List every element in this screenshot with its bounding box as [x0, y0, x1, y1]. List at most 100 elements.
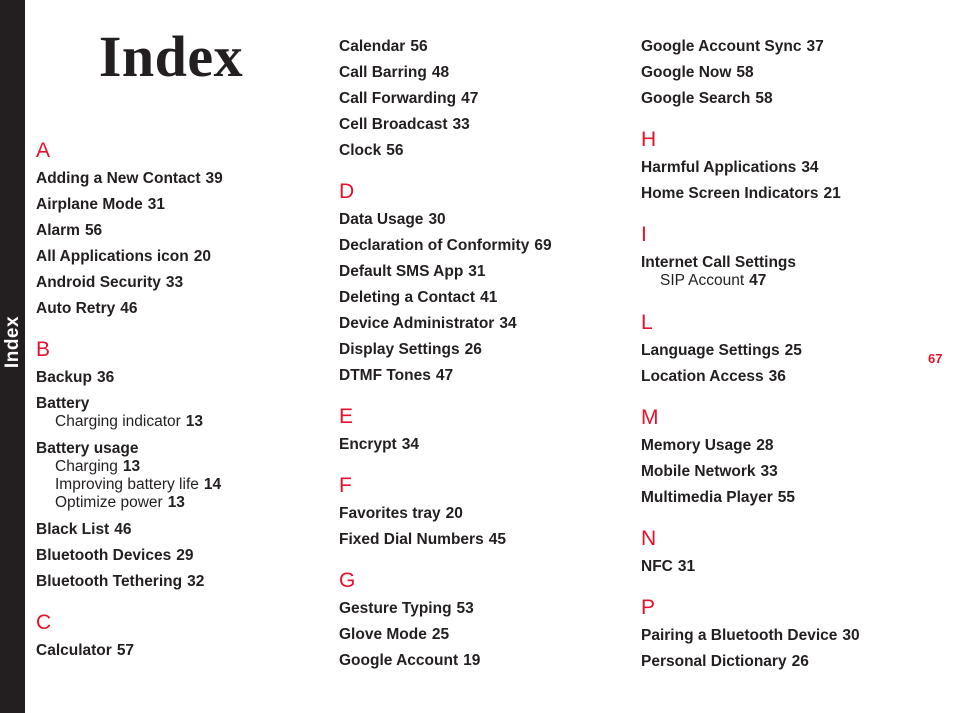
section-letter-p: P — [641, 596, 656, 619]
index-column-2: Calendar 56 Call Barring 48 Call Forwarding 4… — [339, 38, 624, 678]
index-entry-label: Call Forwarding — [339, 90, 457, 107]
index-entry[interactable]: Google Search 58 — [641, 90, 931, 107]
index-entry-page-ref: 34 — [801, 159, 819, 176]
section-letter-c: C — [36, 611, 52, 634]
index-entry[interactable]: Android Security 33 — [36, 274, 321, 291]
index-entry[interactable]: Bluetooth Devices 29 — [36, 547, 321, 564]
index-entry[interactable]: Call Barring 48 — [339, 64, 624, 81]
index-entry[interactable]: Home Screen Indicators 21 — [641, 185, 931, 202]
index-entry[interactable]: DTMF Tones 47 — [339, 367, 624, 384]
index-entry-page-ref: 55 — [777, 489, 796, 506]
index-entry[interactable]: Battery usage — [36, 440, 321, 457]
index-entry[interactable]: NFC 31 — [641, 558, 931, 575]
index-entry[interactable]: Bluetooth Tethering 32 — [36, 573, 321, 590]
index-entry[interactable]: Cell Broadcast 33 — [339, 116, 624, 133]
index-entry[interactable]: Google Account Sync 37 — [641, 38, 931, 55]
index-entry-page-ref: 26 — [791, 653, 809, 670]
section-letter-d: D — [339, 180, 355, 203]
index-entry-label: Cell Broadcast — [339, 116, 448, 133]
index-entry[interactable]: Declaration of Conformity 69 — [339, 237, 624, 254]
index-entry-page-ref: 37 — [806, 38, 824, 55]
index-entry-page-ref: 31 — [468, 263, 486, 280]
index-subentry-page-ref: 13 — [122, 458, 141, 475]
index-entry-label: Airplane Mode — [36, 196, 143, 213]
index-entry-page-ref: 46 — [120, 300, 138, 317]
index-entry-label: Internet Call Settings — [641, 254, 797, 271]
index-entry[interactable]: Google Account 19 — [339, 652, 624, 669]
index-subentry[interactable]: SIP Account 47 — [660, 272, 931, 290]
index-entry[interactable]: Gesture Typing 53 — [339, 600, 624, 617]
index-entry-page-ref: 46 — [114, 521, 132, 538]
index-entry[interactable]: Default SMS App 31 — [339, 263, 624, 280]
index-entry[interactable]: Backup 36 — [36, 369, 321, 386]
index-entry[interactable]: Call Forwarding 47 — [339, 90, 624, 107]
index-entry-label: Encrypt — [339, 436, 397, 453]
index-entry-page-ref: 41 — [480, 289, 498, 306]
index-entry-label: Deleting a Contact — [339, 289, 476, 306]
index-entry[interactable]: Calendar 56 — [339, 38, 624, 55]
section-letter-h: H — [641, 128, 657, 151]
index-column-3: Google Account Sync 37 Google Now 58 Google … — [641, 38, 931, 679]
index-entry-page-ref: 31 — [677, 558, 696, 575]
index-entry-label: Android Security — [36, 274, 161, 291]
index-entry-label: Google Account — [339, 652, 459, 669]
index-entry[interactable]: Airplane Mode 31 — [36, 196, 321, 213]
index-subentry-label: SIP Account — [660, 272, 745, 289]
section-letter-b: B — [36, 338, 51, 361]
index-subentry[interactable]: Improving battery life 14 — [55, 476, 321, 494]
index-subentry-page-ref: 13 — [185, 413, 204, 430]
index-entry-label: Declaration of Conformity — [339, 237, 530, 254]
index-entry-label: Bluetooth Tethering — [36, 573, 183, 590]
index-entry[interactable]: Auto Retry 46 — [36, 300, 321, 317]
section-letter-f: F — [339, 474, 352, 497]
index-entry-page-ref: 34 — [401, 436, 419, 453]
index-entry-label: Gesture Typing — [339, 600, 452, 617]
index-entry[interactable]: Fixed Dial Numbers 45 — [339, 531, 624, 548]
index-entry-label: Device Administrator — [339, 315, 495, 332]
index-entry-label: Battery usage — [36, 440, 139, 457]
index-entry-label: Fixed Dial Numbers — [339, 531, 484, 548]
index-entry[interactable]: Internet Call Settings — [641, 254, 931, 271]
index-entry-label: Bluetooth Devices — [36, 547, 172, 564]
index-entry-label: Language Settings — [641, 342, 780, 359]
index-entry[interactable]: Google Now 58 — [641, 64, 931, 81]
index-entry[interactable]: Black List 46 — [36, 521, 321, 538]
index-entry[interactable]: Harmful Applications 34 — [641, 159, 931, 176]
index-entry[interactable]: Multimedia Player 55 — [641, 489, 931, 506]
index-entry[interactable]: Data Usage 30 — [339, 211, 624, 228]
index-entry[interactable]: Language Settings 25 — [641, 342, 931, 359]
index-entry[interactable]: Battery — [36, 395, 321, 412]
index-entry[interactable]: Calculator 57 — [36, 642, 321, 659]
index-entry-page-ref: 33 — [452, 116, 470, 133]
index-entry-label: Multimedia Player — [641, 489, 773, 506]
index-entry[interactable]: Encrypt 34 — [339, 436, 624, 453]
index-entry[interactable]: Display Settings 26 — [339, 341, 624, 358]
index-entry-page-ref: 32 — [187, 573, 205, 590]
index-entry[interactable]: Adding a New Contact 39 — [36, 170, 321, 187]
index-entry-page-ref: 30 — [428, 211, 446, 228]
index-entry-label: Google Account Sync — [641, 38, 802, 55]
index-entry[interactable]: Clock 56 — [339, 142, 624, 159]
index-entry[interactable]: Device Administrator 34 — [339, 315, 624, 332]
index-entry[interactable]: Deleting a Contact 41 — [339, 289, 624, 306]
index-entry[interactable]: Personal Dictionary 26 — [641, 653, 931, 670]
index-entry-label: Google Now — [641, 64, 732, 81]
index-entry[interactable]: Mobile Network 33 — [641, 463, 931, 480]
index-entry-label: Backup — [36, 369, 92, 386]
index-entry-label: Default SMS App — [339, 263, 464, 280]
index-entry[interactable]: Pairing a Bluetooth Device 30 — [641, 627, 931, 644]
index-entry-page-ref: 48 — [431, 64, 450, 81]
index-subentry[interactable]: Charging indicator 13 — [55, 413, 321, 431]
index-entry[interactable]: Memory Usage 28 — [641, 437, 931, 454]
index-subentry-label: Charging — [55, 458, 118, 475]
index-entry[interactable]: All Applications icon 20 — [36, 248, 321, 265]
index-column-1: A Adding a New Contact 39 Airplane Mode 31 Al… — [36, 140, 321, 668]
index-entry[interactable]: Favorites tray 20 — [339, 505, 624, 522]
index-subentry[interactable]: Charging 13 — [55, 458, 321, 476]
index-entry[interactable]: Location Access 36 — [641, 368, 931, 385]
index-entry-label: Display Settings — [339, 341, 460, 358]
index-entry[interactable]: Alarm 56 — [36, 222, 321, 239]
index-subentry[interactable]: Optimize power 13 — [55, 494, 321, 512]
index-entry-label: Alarm — [36, 222, 80, 239]
index-entry[interactable]: Glove Mode 25 — [339, 626, 624, 643]
